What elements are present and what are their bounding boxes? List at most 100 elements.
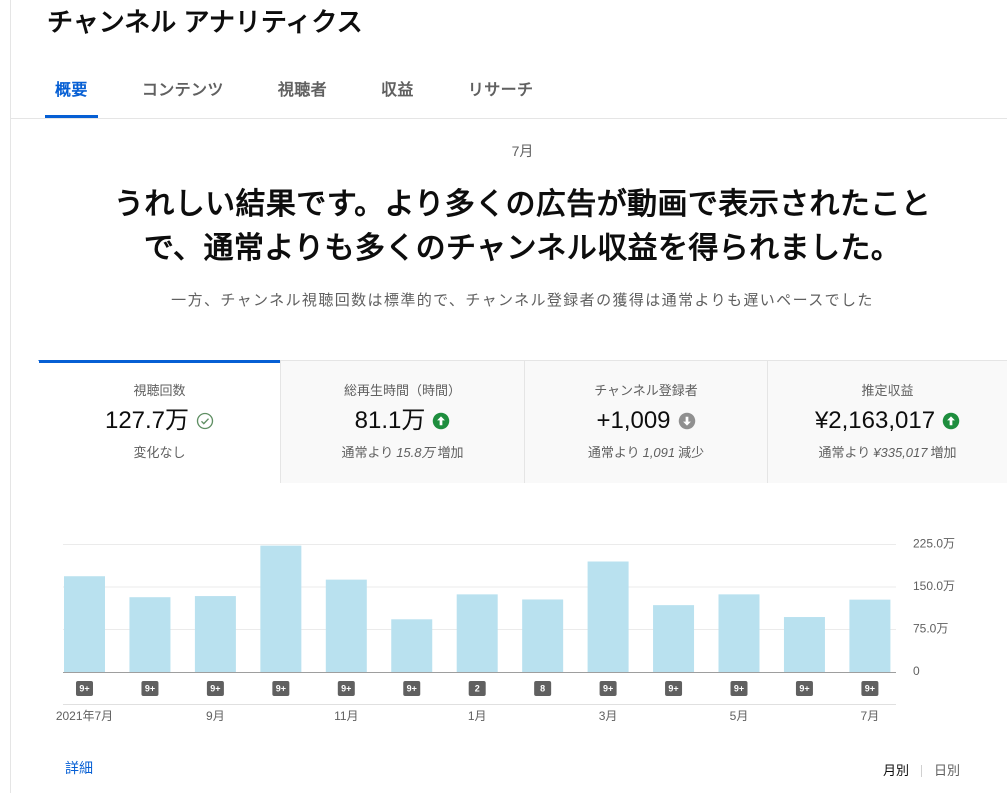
summary-headline-line: で、通常よりも多くのチャンネル収益を得られました。: [143, 232, 902, 265]
bar[interactable]: [64, 576, 105, 672]
metric-card-revenue[interactable]: 推定収益 ¥2,163,017 通常より ¥335,017 増加: [767, 360, 1007, 483]
video-count-badge[interactable]: 9+: [665, 681, 683, 696]
x-tick-label: 5月: [730, 709, 749, 723]
video-count-badge[interactable]: 9+: [337, 681, 355, 696]
tab-overview[interactable]: 概要: [45, 66, 98, 118]
granularity-toggle: 月別 日別: [883, 761, 960, 781]
metric-value-row: 127.7万: [39, 406, 280, 436]
metric-note: 通常より 15.8万 増加: [281, 445, 524, 461]
metric-note: 通常より ¥335,017 増加: [768, 445, 1007, 461]
x-tick-label: 7月: [861, 709, 880, 723]
x-tick-label: 2021年7月: [56, 709, 113, 723]
tab-content[interactable]: コンテンツ: [132, 66, 234, 118]
arrow-down-circle-icon: [678, 412, 695, 430]
metric-note-value: ¥335,017: [873, 445, 928, 460]
x-tick-label: 9月: [206, 709, 225, 723]
bar[interactable]: [783, 617, 825, 672]
tab-bar: 概要 コンテンツ 視聴者 収益 リサーチ: [11, 66, 1007, 119]
tab-list: 概要 コンテンツ 視聴者 収益 リサーチ: [45, 66, 543, 118]
video-count-badge[interactable]: 2: [468, 681, 486, 696]
bar[interactable]: [260, 545, 302, 672]
metric-note-prefix: 通常より: [818, 445, 871, 460]
y-tick-label: 225.0万: [913, 537, 955, 551]
video-count-badge[interactable]: 9+: [403, 681, 421, 696]
badge-label: 9+: [341, 683, 351, 693]
tab-revenue[interactable]: 収益: [371, 66, 424, 118]
metric-note-suffix: 減少: [678, 445, 705, 460]
video-count-badge[interactable]: 9+: [141, 681, 159, 696]
bar[interactable]: [391, 619, 433, 672]
badge-label: 9+: [603, 683, 613, 693]
bar[interactable]: [718, 594, 760, 672]
metric-card-subscribers[interactable]: チャンネル登録者 +1,009 通常より 1,091 減少: [524, 360, 767, 483]
metric-note-value: 15.8万: [396, 445, 435, 460]
badge-label: 8: [540, 683, 545, 693]
metric-value: +1,009: [596, 407, 671, 434]
metric-card-views[interactable]: 視聴回数 127.7万 変化なし: [38, 360, 280, 483]
daily-option[interactable]: 日別: [934, 761, 960, 781]
bar[interactable]: [325, 579, 367, 672]
y-tick-label: 150.0万: [913, 579, 955, 593]
metric-value: 81.1万: [354, 407, 426, 434]
metric-card-watch-time[interactable]: 総再生時間（時間） 81.1万 通常より 15.8万 増加: [280, 360, 524, 483]
summary-subtext: 一方、チャンネル視聴回数は標準的で、チャンネル登録者の獲得は通常よりも遅いペース…: [171, 292, 874, 309]
summary-headline-line: うれしい結果です。より多くの広告が動画で表示されたこと: [113, 188, 932, 221]
badge-label: 9+: [799, 683, 809, 693]
granularity-separator: [921, 765, 923, 777]
bar[interactable]: [194, 596, 236, 672]
badge-label: 9+: [276, 683, 286, 693]
y-tick-label: 75.0万: [913, 622, 948, 636]
check-circle-outline-icon: [196, 412, 214, 430]
badge-label: 9+: [79, 683, 89, 693]
metric-note-suffix: 増加: [930, 445, 957, 460]
metric-note-suffix: 増加: [437, 445, 464, 460]
metric-label: チャンネル登録者: [594, 383, 698, 398]
badge-label: 9+: [668, 683, 678, 693]
summary-headline: うれしい結果です。より多くの広告が動画で表示されたこと で、通常よりも多くのチャ…: [38, 183, 1007, 271]
metric-note: 通常より 1,091 減少: [525, 445, 767, 461]
metric-cards: 視聴回数 127.7万 変化なし 総再生時間（時間） 81.1万 通常より 15.…: [38, 360, 1007, 483]
bar[interactable]: [849, 599, 891, 672]
details-link[interactable]: 詳細: [65, 758, 93, 778]
y-tick-label: 0: [913, 664, 920, 678]
tab-research[interactable]: リサーチ: [458, 66, 544, 118]
x-tick-label: 3月: [599, 709, 618, 723]
metric-value: ¥2,163,017: [814, 407, 936, 434]
metric-value-row: ¥2,163,017: [768, 406, 1007, 436]
summary-period: 7月: [511, 143, 534, 159]
video-count-badge[interactable]: 9+: [795, 681, 813, 696]
metric-label: 推定収益: [861, 383, 914, 398]
metric-note: 変化なし: [133, 445, 186, 460]
badge-label: 9+: [734, 683, 744, 693]
badge-label: 2: [475, 683, 480, 693]
page-title: チャンネル アナリティクス: [47, 7, 363, 37]
metric-note-prefix: 通常より: [341, 445, 394, 460]
tab-audience[interactable]: 視聴者: [268, 66, 337, 118]
video-count-badge[interactable]: 9+: [730, 681, 748, 696]
video-count-badge[interactable]: 9+: [861, 681, 879, 696]
bar[interactable]: [522, 599, 564, 672]
x-tick-label: 1月: [468, 709, 487, 723]
chart-canvas: 0 75.0万 150.0万 225.0万 9+ 9+ 9+ 9+ 9+ 9+ 2 8 9+ 9+ 9+ 9+…: [56, 537, 955, 724]
bar[interactable]: [653, 605, 695, 672]
metric-note-prefix: 通常より: [587, 445, 640, 460]
views-bar-chart: 0 75.0万 150.0万 225.0万 9+ 9+ 9+ 9+ 9+ 9+ 2 8 9+ 9+ 9+ 9+…: [38, 500, 1007, 735]
video-count-badge[interactable]: 9+: [599, 681, 617, 696]
video-count-badge[interactable]: 9+: [206, 681, 224, 696]
metric-value: 127.7万: [104, 407, 190, 434]
video-count-badge[interactable]: 9+: [272, 681, 290, 696]
metric-label: 総再生時間（時間）: [343, 383, 461, 398]
monthly-option[interactable]: 月別: [883, 761, 909, 781]
metric-value-row: +1,009: [525, 406, 767, 436]
x-tick-label: 11月: [334, 709, 358, 723]
video-count-badge[interactable]: 9+: [76, 681, 93, 696]
bar[interactable]: [587, 561, 629, 673]
bar[interactable]: [456, 594, 498, 672]
bar[interactable]: [129, 597, 171, 672]
video-count-badge[interactable]: 8: [534, 681, 552, 696]
badge-label: 9+: [145, 683, 155, 693]
badge-label: 9+: [210, 683, 220, 693]
badge-label: 9+: [865, 683, 875, 693]
metric-value-row: 81.1万: [281, 406, 524, 436]
badge-label: 9+: [407, 683, 417, 693]
